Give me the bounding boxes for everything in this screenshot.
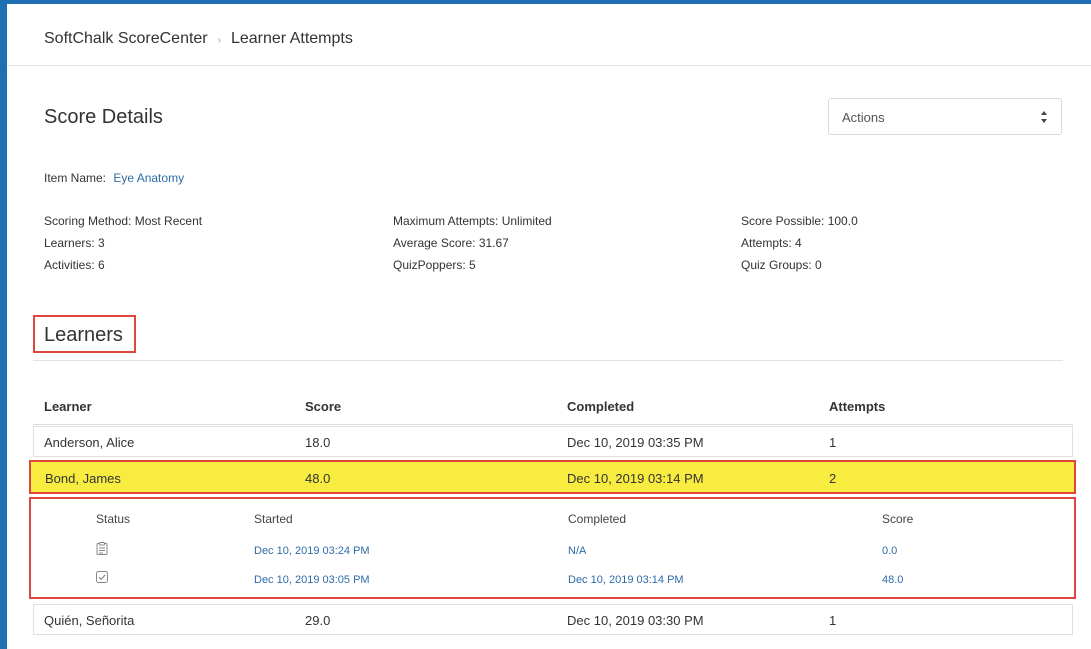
attempt-header-started: Started (254, 512, 293, 526)
in-progress-icon (96, 542, 108, 555)
breadcrumb: SoftChalk ScoreCenter › Learner Attempts (44, 30, 353, 48)
attempt-header-completed: Completed (568, 512, 627, 526)
learner-name: Quién, Señorita (44, 613, 135, 628)
column-header-attempts[interactable]: Attempts (829, 399, 885, 414)
learner-score: 29.0 (305, 613, 331, 628)
learner-name: Anderson, Alice (44, 435, 135, 450)
stat-attempts: Attempts: 4 (741, 236, 802, 250)
table-header-divider (33, 424, 1073, 425)
attempt-completed[interactable]: Dec 10, 2019 03:14 PM (568, 574, 684, 586)
learner-completed: Dec 10, 2019 03:14 PM (567, 471, 704, 486)
attempt-header-status: Status (96, 512, 131, 526)
stat-learners: Learners: 3 (44, 236, 105, 250)
learner-score: 18.0 (305, 435, 331, 450)
sort-arrows-icon (1041, 111, 1047, 123)
learner-name: Bond, James (45, 471, 121, 486)
table-row[interactable]: Quién, Señorita 29.0 Dec 10, 2019 03:30 … (33, 604, 1073, 635)
completed-check-icon (96, 571, 108, 583)
learners-heading: Learners (33, 315, 136, 353)
breadcrumb-root-link[interactable]: SoftChalk ScoreCenter (44, 30, 208, 48)
attempt-completed[interactable]: N/A (568, 545, 586, 557)
stat-quizpoppers: QuizPoppers: 5 (393, 258, 476, 272)
attempt-started[interactable]: Dec 10, 2019 03:05 PM (254, 574, 370, 586)
attempt-score[interactable]: 0.0 (882, 545, 897, 557)
window-frame-left (0, 0, 7, 649)
learner-completed: Dec 10, 2019 03:35 PM (567, 435, 704, 450)
attempt-score[interactable]: 48.0 (882, 574, 903, 586)
actions-dropdown-value: Actions (842, 110, 885, 125)
breadcrumb-separator: › (217, 34, 221, 46)
stat-quiz-groups: Quiz Groups: 0 (741, 258, 822, 272)
item-name-link[interactable]: Eye Anatomy (113, 171, 184, 185)
column-header-completed[interactable]: Completed (567, 399, 634, 414)
breadcrumb-current: Learner Attempts (230, 30, 353, 47)
page-title: Score Details (44, 106, 163, 128)
item-name-label: Item Name: (44, 171, 107, 185)
section-divider (33, 360, 1063, 361)
learners-heading-text: Learners (44, 324, 123, 346)
actions-dropdown[interactable]: Actions (828, 98, 1062, 135)
item-name: Item Name: Eye Anatomy (44, 171, 184, 185)
stat-maximum-attempts: Maximum Attempts: Unlimited (393, 214, 552, 228)
learner-completed: Dec 10, 2019 03:30 PM (567, 613, 704, 628)
stat-score-possible: Score Possible: 100.0 (741, 214, 858, 228)
attempt-header-score: Score (882, 512, 914, 526)
attempt-started[interactable]: Dec 10, 2019 03:24 PM (254, 545, 370, 557)
table-row-selected[interactable]: Bond, James 48.0 Dec 10, 2019 03:14 PM 2 (29, 460, 1076, 494)
attempt-details-panel: Status Started Completed Score Dec 10, 2… (29, 497, 1076, 599)
stat-scoring-method: Scoring Method: Most Recent (44, 214, 203, 228)
stat-activities: Activities: 6 (44, 258, 105, 272)
column-header-score[interactable]: Score (305, 399, 341, 414)
learner-attempts: 1 (829, 613, 837, 628)
header-bar: SoftChalk ScoreCenter › Learner Attempts (7, 4, 1091, 66)
learner-score: 48.0 (305, 471, 331, 486)
table-row[interactable]: Anderson, Alice 18.0 Dec 10, 2019 03:35 … (33, 426, 1073, 457)
stat-average-score: Average Score: 31.67 (393, 236, 509, 250)
learner-attempts: 1 (829, 435, 837, 450)
column-header-learner[interactable]: Learner (44, 399, 92, 414)
learner-attempts: 2 (829, 471, 837, 486)
